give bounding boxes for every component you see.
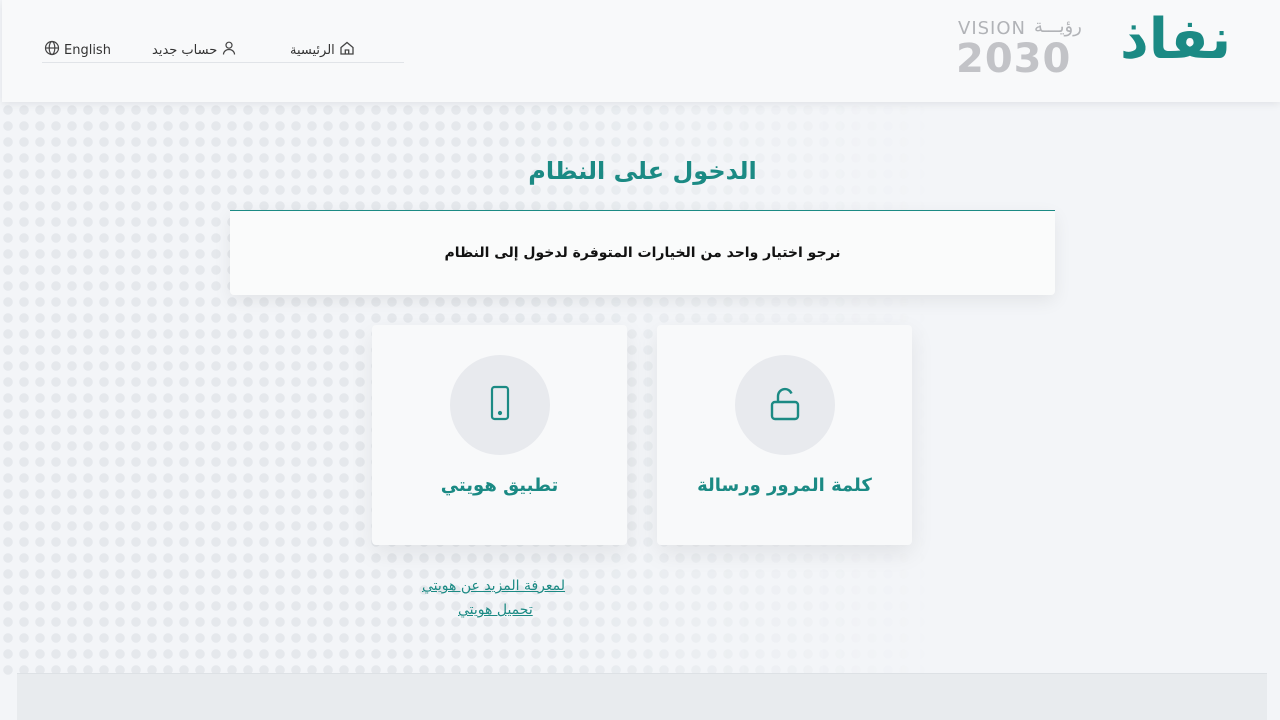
globe-icon [44,40,60,60]
home-label: الرئيسية [290,42,335,58]
nafath-logo: نفاذ [1120,7,1232,72]
learn-more-link[interactable]: لمعرفة المزيد عن هويتي [422,578,565,594]
vision-year: 2030 [956,36,1072,82]
instruction-box: نرجو اختيار واحد من الخيارات المتوفرة لد… [230,210,1055,295]
nafath-app-option-card[interactable]: تطبيق هويتي [372,325,627,545]
site-header: English حساب جديد الرئيسية VISION رؤيـــ [2,0,1280,102]
download-app-link[interactable]: تحميل هويتي [458,602,533,618]
nafath-app-option-label: تطبيق هويتي [440,475,559,496]
new-account-label: حساب جديد [152,42,218,58]
password-sms-option-label: كلمة المرور ورسالة [697,475,872,496]
option-icon-circle [735,355,835,455]
instruction-text: نرجو اختيار واحد من الخيارات المتوفرة لد… [444,245,841,261]
option-icon-circle [450,355,550,455]
vision-2030-logo: VISION رؤيـــة 2030 [956,16,1088,84]
new-account-link[interactable]: حساب جديد [152,40,237,60]
home-icon [339,40,355,60]
user-icon [221,40,237,60]
page-title: الدخول على النظام [528,157,757,185]
language-switch-link[interactable]: English [44,40,111,60]
language-label: English [64,42,111,58]
mobile-phone-icon [480,383,520,427]
unlock-icon [765,383,805,427]
home-link[interactable]: الرئيسية [290,40,355,60]
vision-arabic: رؤيـــة [1034,16,1082,37]
password-sms-option-card[interactable]: كلمة المرور ورسالة [657,325,912,545]
top-navigation: English حساب جديد الرئيسية [42,38,404,63]
footer [17,673,1267,720]
